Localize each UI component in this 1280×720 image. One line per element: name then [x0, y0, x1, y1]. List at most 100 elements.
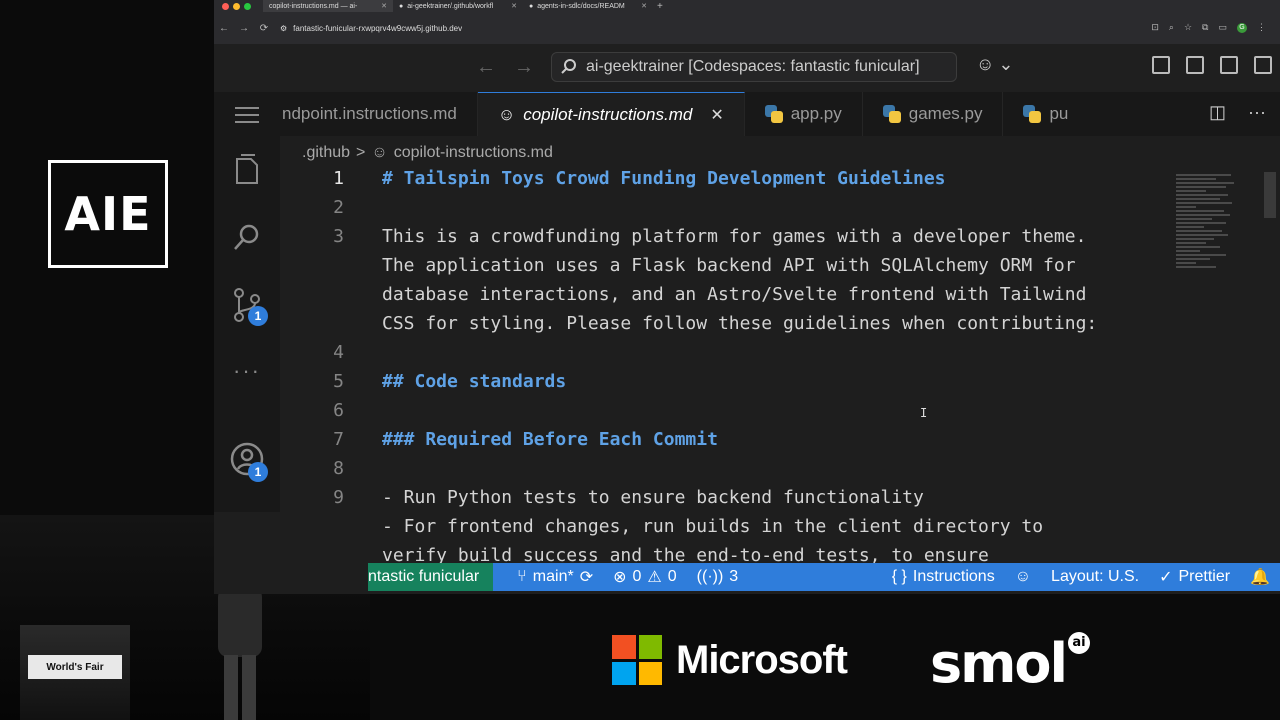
- tab-copilot-instructions[interactable]: ☺ copilot-instructions.md ✕: [477, 92, 745, 136]
- editor-line-wrap[interactable]: CSS for styling. Please follow these gui…: [280, 313, 1170, 342]
- code-editor[interactable]: 1 # Tailspin Toys Crowd Funding Developme…: [280, 168, 1170, 568]
- command-center-search[interactable]: ai-geektrainer [Codespaces: fantastic fu…: [551, 52, 957, 82]
- more-menu-icon[interactable]: ⋮: [1257, 22, 1266, 33]
- podium-sign: World's Fair: [28, 655, 122, 679]
- maximize-window-button[interactable]: [244, 2, 251, 10]
- browser-tab-workflows[interactable]: ● ai-geektrainer/.github/workfl ✕: [393, 0, 523, 12]
- go-forward-arrow-icon[interactable]: →: [514, 56, 534, 79]
- site-info-icon[interactable]: ⚙: [280, 24, 287, 33]
- editor-line-wrap[interactable]: - For frontend changes, run builds in th…: [280, 516, 1170, 545]
- language-mode[interactable]: { } Instructions: [882, 568, 1005, 586]
- braces-icon: { }: [891, 568, 907, 585]
- activity-bar: 1 ··· 1: [214, 92, 280, 512]
- breadcrumb: .github > ☺ copilot-instructions.md: [302, 144, 553, 162]
- formatter-status[interactable]: ✓ Prettier: [1149, 567, 1240, 587]
- reload-icon[interactable]: ⟳: [254, 23, 274, 34]
- breadcrumb-file[interactable]: copilot-instructions.md: [394, 144, 553, 162]
- keyboard-layout[interactable]: Layout: U.S.: [1041, 568, 1149, 586]
- python-icon: [1023, 105, 1042, 123]
- ports-indicator[interactable]: ((·)) 3: [687, 568, 749, 586]
- copilot-menu-button[interactable]: ☺ ⌄: [976, 54, 1013, 75]
- smol-ai-logo: smol ai: [930, 632, 1091, 695]
- line-text: - Run Python tests to ensure backend fun…: [382, 487, 924, 508]
- branch-indicator[interactable]: ⑂ main* ⟳: [507, 567, 603, 587]
- menu-hamburger-icon[interactable]: [230, 98, 264, 132]
- close-tab-icon[interactable]: ✕: [710, 105, 723, 125]
- sidebar-icon[interactable]: ▭: [1218, 22, 1227, 33]
- toggle-panel-icon[interactable]: [1220, 56, 1238, 74]
- close-window-button[interactable]: [222, 2, 229, 10]
- layout-controls: [1152, 56, 1272, 74]
- tab-endpoint-instructions[interactable]: ndpoint.instructions.md: [280, 92, 478, 136]
- accounts-badge: 1: [248, 462, 268, 482]
- browser-tab-readme[interactable]: ● agents-in-sdlc/docs/READM ✕: [523, 0, 653, 12]
- editor-line[interactable]: 8: [280, 458, 1170, 487]
- editor-line[interactable]: 5 ## Code standards: [280, 371, 1170, 400]
- sync-icon[interactable]: ⟳: [580, 567, 593, 587]
- new-tab-button[interactable]: +: [657, 1, 663, 12]
- editor-line-wrap[interactable]: database interactions, and an Astro/Svel…: [280, 284, 1170, 313]
- editor-scrollbar[interactable]: [1264, 172, 1276, 218]
- url-field[interactable]: ⚙ fantastic-funicular-rxwpqrv4w9cww5j.gi…: [280, 24, 462, 33]
- more-actions-icon[interactable]: ···: [1248, 102, 1266, 123]
- editor-line[interactable]: 3 This is a crowdfunding platform for gam…: [280, 226, 1170, 255]
- breadcrumb-folder[interactable]: .github: [302, 144, 350, 162]
- browser-toolbar-actions: ⊡ ⌕ ☆ ⧉ ▭ G ⋮: [1151, 22, 1266, 33]
- source-control-badge: 1: [248, 306, 268, 326]
- editor-line[interactable]: 6: [280, 400, 1170, 429]
- browser-tab-copilot-instructions[interactable]: copilot-instructions.md — ai- ✕: [263, 0, 393, 12]
- line-text: ### Required Before Each Commit: [382, 429, 718, 450]
- zoom-icon[interactable]: ⌕: [1169, 22, 1174, 33]
- copilot-icon: ☺: [1014, 568, 1032, 585]
- copilot-icon: ☺: [371, 144, 388, 161]
- aie-logo: AIE: [48, 160, 168, 268]
- microsoft-grid-icon: [612, 635, 662, 685]
- line-number: 3: [333, 226, 344, 247]
- python-icon: [764, 105, 783, 123]
- smol-ai-badge: ai: [1068, 632, 1091, 654]
- editor-line[interactable]: 7 ### Required Before Each Commit: [280, 429, 1170, 458]
- bookmark-star-icon[interactable]: ☆: [1184, 22, 1192, 33]
- install-app-icon[interactable]: ⊡: [1151, 22, 1159, 33]
- close-icon[interactable]: ✕: [381, 2, 387, 10]
- customize-layout-icon[interactable]: [1152, 56, 1170, 74]
- microsoft-wordmark: Microsoft: [676, 637, 848, 682]
- editor-line-wrap[interactable]: The application uses a Flask backend API…: [280, 255, 1170, 284]
- extensions-icon[interactable]: ⧉: [1202, 22, 1208, 33]
- editor-line[interactable]: 2: [280, 197, 1170, 226]
- tab-games-py[interactable]: games.py: [863, 92, 1004, 136]
- more-views-icon[interactable]: ···: [230, 354, 264, 388]
- line-number: 7: [333, 429, 344, 450]
- problems-indicator[interactable]: ⊗ 0 ⚠ 0: [603, 567, 687, 587]
- git-branch-icon: ⑂: [517, 568, 527, 585]
- toggle-primary-sidebar-icon[interactable]: [1186, 56, 1204, 74]
- close-icon[interactable]: ✕: [641, 2, 647, 10]
- status-bar: ntastic funicular ⑂ main* ⟳ ⊗ 0 ⚠ 0 ((·)…: [368, 563, 1280, 591]
- editor-line[interactable]: 4: [280, 342, 1170, 371]
- python-icon: [882, 105, 901, 123]
- forward-arrow-icon[interactable]: →: [234, 23, 254, 34]
- text-cursor-icon: I: [920, 406, 928, 420]
- profile-avatar[interactable]: G: [1237, 22, 1247, 33]
- minimap[interactable]: [1176, 172, 1236, 352]
- explorer-icon[interactable]: [230, 152, 264, 186]
- title-bar: ← → ai-geektrainer [Codespaces: fantasti…: [214, 44, 1280, 93]
- tab-truncated-py[interactable]: pu: [1003, 92, 1088, 136]
- line-text: This is a crowdfunding platform for game…: [382, 226, 1087, 247]
- notifications-bell[interactable]: 🔔: [1240, 567, 1280, 587]
- close-icon[interactable]: ✕: [511, 2, 517, 10]
- editor-actions: ◫ ···: [1203, 102, 1266, 123]
- search-icon[interactable]: [230, 220, 264, 254]
- editor-line[interactable]: 1 # Tailspin Toys Crowd Funding Developme…: [280, 168, 1170, 197]
- minimize-window-button[interactable]: [233, 2, 240, 10]
- back-arrow-icon[interactable]: ←: [214, 23, 234, 34]
- line-text: ## Code standards: [382, 371, 567, 392]
- toggle-secondary-sidebar-icon[interactable]: [1254, 56, 1272, 74]
- editor-line[interactable]: 9 - Run Python tests to ensure backend fu…: [280, 487, 1170, 516]
- tab-app-py[interactable]: app.py: [745, 92, 863, 136]
- remote-indicator[interactable]: ntastic funicular: [368, 563, 494, 591]
- line-number: 4: [333, 342, 344, 363]
- go-back-arrow-icon[interactable]: ←: [476, 56, 496, 79]
- split-editor-icon[interactable]: ◫: [1209, 102, 1226, 123]
- copilot-status[interactable]: ☺: [1005, 568, 1041, 586]
